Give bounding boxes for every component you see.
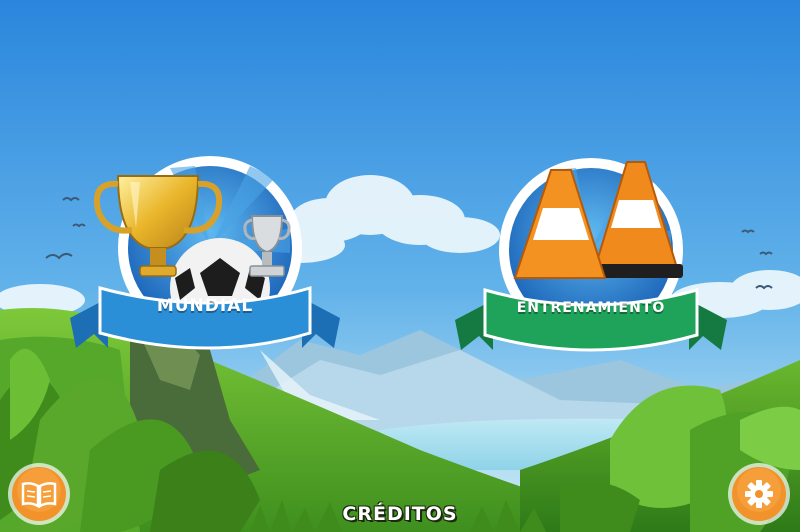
settings-button[interactable]: [727, 462, 791, 526]
instructions-button[interactable]: [7, 462, 71, 526]
entrenamiento-badge-art: [455, 158, 727, 352]
gear-icon: [728, 463, 790, 525]
mundial-label: MUNDIAL: [156, 296, 254, 316]
mundial-badge-art: [70, 156, 340, 350]
book-icon: [8, 463, 70, 525]
credits-button[interactable]: CRÉDITOS: [340, 503, 460, 525]
entrenamiento-mode-button[interactable]: ENTRENAMIENTO: [455, 150, 727, 355]
mundial-mode-button[interactable]: MUNDIAL: [70, 148, 340, 358]
entrenamiento-label: ENTRENAMIENTO: [516, 300, 666, 316]
